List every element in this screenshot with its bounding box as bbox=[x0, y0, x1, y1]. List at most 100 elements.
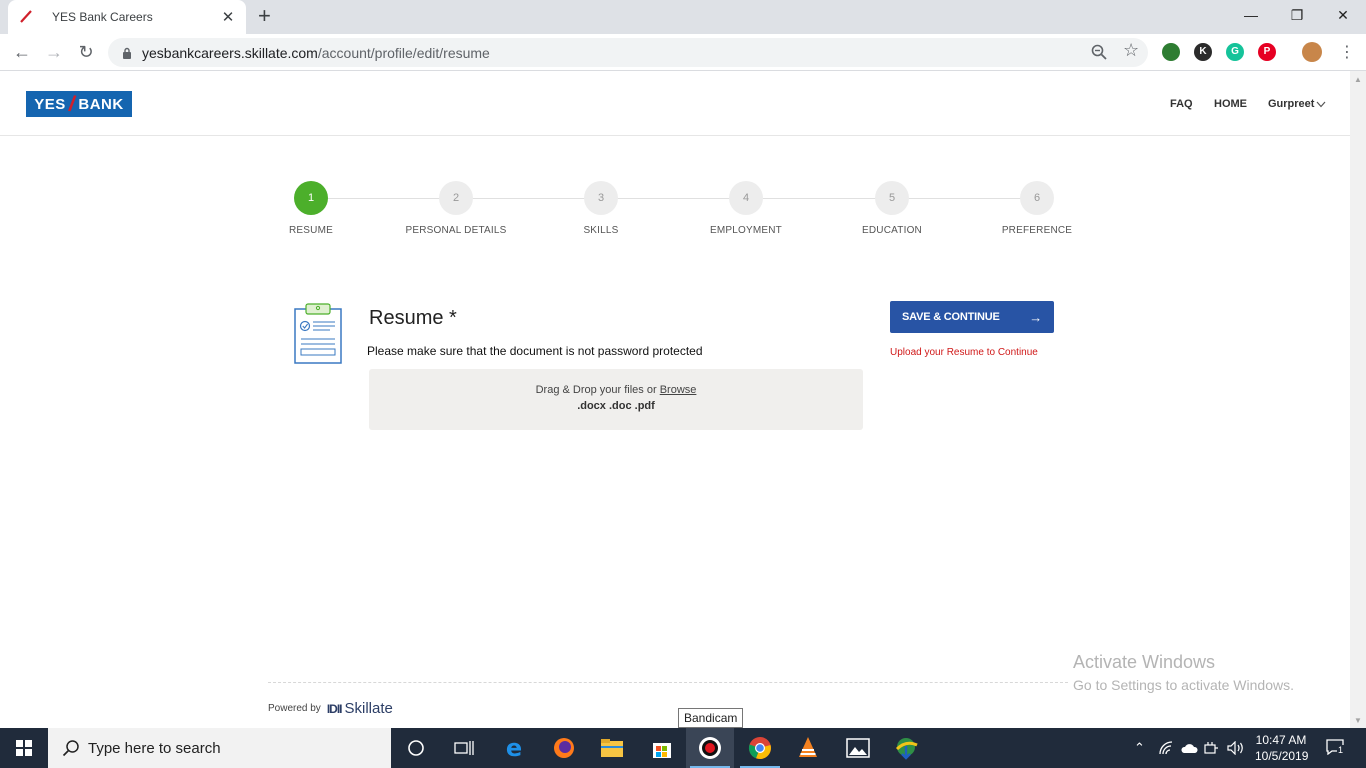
new-tab-button[interactable]: + bbox=[258, 4, 271, 28]
bookmark-star-icon[interactable]: ☆ bbox=[1123, 40, 1139, 61]
page-content: YES / BANK FAQ HOME Gurpreet 1 RESUME 2 … bbox=[0, 71, 1350, 728]
powered-by-label: Powered by bbox=[268, 703, 321, 714]
vlc-icon[interactable] bbox=[784, 728, 832, 768]
step-number: 4 bbox=[729, 181, 763, 215]
back-arrow-icon[interactable]: ← bbox=[10, 40, 34, 64]
grammarly-icon[interactable]: G bbox=[1226, 43, 1244, 61]
profile-avatar-icon[interactable] bbox=[1302, 42, 1322, 62]
powered-by: Powered by IDII Skillate bbox=[268, 700, 393, 717]
file-explorer-icon[interactable] bbox=[588, 728, 636, 768]
dropzone-prompt: Drag & Drop your files or bbox=[535, 384, 660, 396]
battery-plug-icon[interactable] bbox=[1204, 741, 1220, 755]
tab-close-icon[interactable]: ✕ bbox=[220, 8, 236, 26]
k-extension-icon[interactable]: K bbox=[1194, 43, 1212, 61]
cortana-icon[interactable] bbox=[392, 728, 440, 768]
step-preference[interactable]: 6 PREFERENCE bbox=[967, 181, 1107, 236]
step-number: 2 bbox=[439, 181, 473, 215]
volume-icon[interactable] bbox=[1227, 741, 1245, 755]
photos-icon[interactable] bbox=[834, 728, 882, 768]
user-menu[interactable]: Gurpreet bbox=[1268, 98, 1326, 110]
step-personal-details[interactable]: 2 PERSONAL DETAILS bbox=[386, 181, 526, 236]
yes-bank-favicon-icon bbox=[20, 10, 32, 23]
resume-dropzone[interactable]: Drag & Drop your files or Browse .docx .… bbox=[369, 369, 863, 430]
yes-bank-logo[interactable]: YES / BANK bbox=[26, 91, 132, 117]
nav-faq-link[interactable]: FAQ bbox=[1170, 98, 1193, 110]
step-number: 5 bbox=[875, 181, 909, 215]
system-clock[interactable]: 10:47 AM 10/5/2019 bbox=[1255, 732, 1308, 764]
arrow-right-icon: → bbox=[1029, 309, 1042, 325]
skillate-name: Skillate bbox=[344, 700, 393, 717]
bandicam-tooltip: Bandicam bbox=[678, 708, 744, 728]
lock-icon bbox=[123, 47, 131, 59]
zoom-icon[interactable] bbox=[1091, 44, 1107, 60]
browser-menu-icon[interactable]: ⋮ bbox=[1339, 42, 1355, 62]
scroll-up-icon[interactable]: ▲ bbox=[1350, 75, 1366, 84]
resume-document-icon bbox=[294, 303, 342, 364]
step-number: 6 bbox=[1020, 181, 1054, 215]
activate-windows-subtitle: Go to Settings to activate Windows. bbox=[1073, 677, 1294, 693]
step-employment[interactable]: 4 EMPLOYMENT bbox=[676, 181, 816, 236]
chrome-icon[interactable] bbox=[736, 728, 784, 768]
scroll-down-icon[interactable]: ▼ bbox=[1350, 716, 1366, 725]
google-earth-icon[interactable] bbox=[1162, 43, 1180, 61]
address-bar[interactable]: yesbankcareers.skillate.com /account/pro… bbox=[108, 38, 1148, 67]
browse-link[interactable]: Browse bbox=[660, 384, 697, 396]
taskbar-search-box[interactable]: Type here to search bbox=[48, 728, 391, 768]
logo-yes: YES bbox=[34, 95, 66, 113]
action-center-icon[interactable]: 1 bbox=[1326, 739, 1345, 759]
firefox-icon[interactable] bbox=[540, 728, 588, 768]
nav-home-link[interactable]: HOME bbox=[1214, 98, 1247, 110]
step-resume[interactable]: 1 RESUME bbox=[241, 181, 381, 236]
search-placeholder: Type here to search bbox=[88, 739, 221, 757]
step-label: SKILLS bbox=[583, 225, 619, 236]
windows-taskbar: Type here to search e ⌃ 10:47 AM 10/5/20… bbox=[0, 728, 1366, 768]
browser-toolbar: ← → ↻ yesbankcareers.skillate.com /accou… bbox=[0, 34, 1366, 71]
internet-download-manager-icon[interactable] bbox=[882, 728, 930, 768]
step-number: 1 bbox=[294, 181, 328, 215]
user-name: Gurpreet bbox=[1268, 98, 1315, 110]
task-view-icon[interactable] bbox=[440, 728, 488, 768]
browser-tab[interactable]: YES Bank Careers ✕ bbox=[8, 0, 246, 34]
pinterest-icon[interactable]: P bbox=[1258, 43, 1276, 61]
url-host: yesbankcareers.skillate.com bbox=[142, 44, 318, 61]
step-label: RESUME bbox=[289, 225, 333, 236]
step-skills[interactable]: 3 SKILLS bbox=[531, 181, 671, 236]
show-hidden-icons-icon[interactable]: ⌃ bbox=[1134, 740, 1145, 756]
step-label: EDUCATION bbox=[862, 225, 922, 236]
onedrive-icon[interactable] bbox=[1180, 742, 1198, 754]
step-label: PREFERENCE bbox=[1001, 225, 1073, 236]
page-scrollbar[interactable]: ▲ ▼ bbox=[1350, 71, 1366, 728]
site-header: YES / BANK FAQ HOME Gurpreet bbox=[0, 71, 1350, 136]
browser-tab-strip: YES Bank Careers ✕ + — ❐ ✕ bbox=[0, 0, 1366, 34]
minimize-button[interactable]: — bbox=[1228, 4, 1274, 26]
resume-instructions: Please make sure that the document is no… bbox=[367, 344, 703, 358]
footer-divider bbox=[268, 682, 1068, 683]
reload-icon[interactable]: ↻ bbox=[74, 40, 98, 64]
clock-time: 10:47 AM bbox=[1255, 733, 1307, 747]
search-icon bbox=[62, 740, 79, 757]
notification-count: 1 bbox=[1337, 745, 1345, 755]
bandicam-icon[interactable] bbox=[686, 728, 734, 768]
allowed-file-types: .docx .doc .pdf bbox=[577, 400, 655, 412]
close-window-button[interactable]: ✕ bbox=[1320, 4, 1366, 26]
step-education[interactable]: 5 EDUCATION bbox=[822, 181, 962, 236]
windows-start-icon[interactable] bbox=[16, 740, 32, 756]
wifi-icon[interactable] bbox=[1158, 741, 1174, 755]
upload-error-message: Upload your Resume to Continue bbox=[890, 347, 1038, 358]
url-path: /account/profile/edit/resume bbox=[317, 44, 490, 61]
microsoft-store-icon[interactable] bbox=[638, 728, 686, 768]
logo-tick-icon: / bbox=[66, 90, 78, 117]
skillate-logo[interactable]: IDII Skillate bbox=[327, 700, 393, 717]
step-number: 3 bbox=[584, 181, 618, 215]
save-continue-label: SAVE & CONTINUE bbox=[902, 311, 1000, 323]
forward-arrow-icon[interactable]: → bbox=[42, 40, 66, 64]
restore-button[interactable]: ❐ bbox=[1274, 4, 1320, 26]
save-continue-button[interactable]: SAVE & CONTINUE → bbox=[890, 301, 1054, 333]
tab-title: YES Bank Careers bbox=[52, 10, 153, 24]
step-label: EMPLOYMENT bbox=[709, 225, 782, 236]
activate-windows-title: Activate Windows bbox=[1073, 652, 1216, 672]
skillate-mark-icon: IDII bbox=[326, 701, 343, 716]
edge-icon[interactable]: e bbox=[490, 728, 538, 768]
chevron-down-icon bbox=[1317, 101, 1326, 107]
resume-heading: Resume * bbox=[369, 307, 457, 329]
